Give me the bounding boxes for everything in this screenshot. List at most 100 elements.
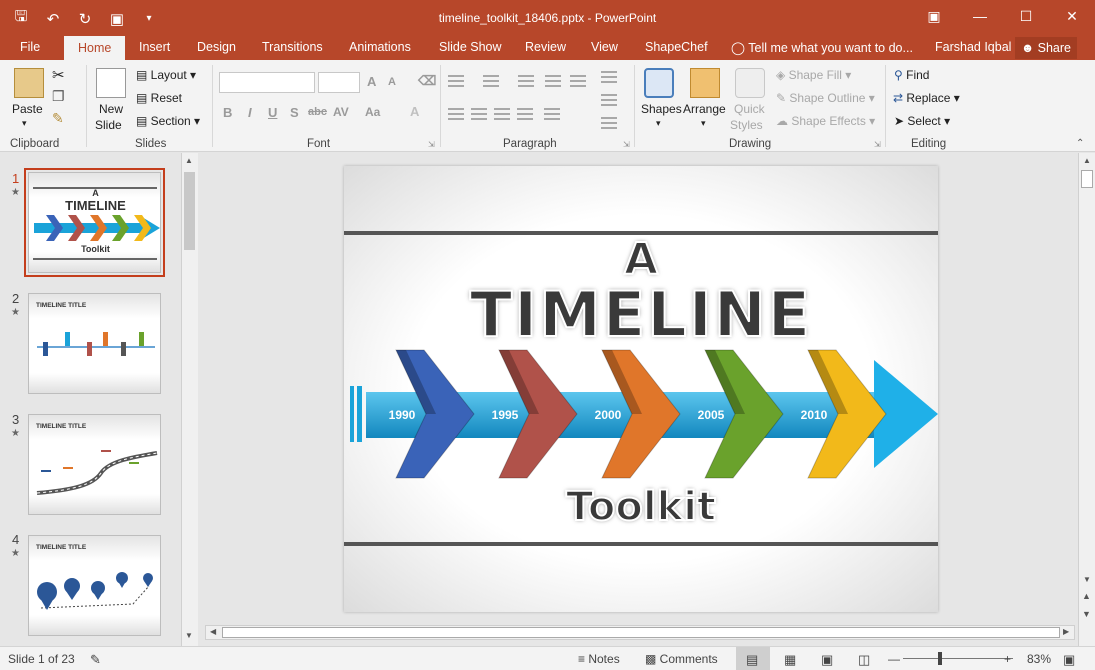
scroll-down-icon[interactable]: ▼ [1083, 575, 1091, 584]
shapes-button[interactable]: Shapes [641, 102, 682, 116]
cut-icon[interactable]: ✂ [52, 66, 65, 84]
copy-icon[interactable]: ❐ [52, 88, 65, 105]
shape-outline-button[interactable]: ✎ Shape Outline ▾ [776, 91, 875, 105]
zoom-out-icon[interactable]: — [888, 652, 900, 666]
reading-view-icon[interactable]: ▣ [821, 652, 833, 668]
slide-thumbnail-4[interactable]: TIMELINE TITLE [28, 535, 161, 636]
slide-thumbnail-3[interactable]: TIMELINE TITLE [28, 414, 161, 515]
tab-design[interactable]: Design [197, 40, 236, 54]
quick-styles-icon[interactable] [735, 68, 765, 98]
slideshow-view-icon[interactable]: ◫ [858, 652, 870, 668]
section-button[interactable]: ▤ Section ▾ [136, 114, 200, 128]
italic-button[interactable]: I [248, 105, 252, 120]
tab-transitions[interactable]: Transitions [262, 40, 323, 54]
scroll-down-icon[interactable]: ▼ [185, 631, 193, 640]
shapes-dropdown-icon[interactable]: ▾ [656, 118, 661, 129]
paste-dropdown-icon[interactable]: ▾ [22, 118, 27, 129]
tab-home[interactable]: Home [64, 36, 126, 60]
tab-file[interactable]: File [20, 40, 40, 54]
thumbnails-scroll-thumb[interactable] [184, 172, 195, 250]
scroll-up-icon[interactable]: ▲ [1083, 156, 1091, 165]
zoom-slider-track[interactable] [903, 658, 1013, 659]
select-button[interactable]: ➤ Select ▾ [894, 114, 950, 128]
shape-effects-button[interactable]: ☁ Shape Effects ▾ [776, 114, 875, 128]
vertical-scroll-thumb[interactable] [1081, 170, 1093, 188]
previous-slide-icon[interactable]: ▲ [1082, 591, 1091, 601]
quick-styles-button-line2[interactable]: Styles [730, 118, 763, 132]
format-painter-icon[interactable]: ✎ [52, 110, 64, 127]
slide-thumbnail-2[interactable]: TIMELINE TITLE [28, 293, 161, 394]
canvas-vertical-scrollbar[interactable]: ▲ ▼ ▲ ▼ [1078, 153, 1095, 646]
find-button[interactable]: ⚲ Find [894, 68, 929, 82]
align-center-icon[interactable] [471, 108, 487, 120]
slide-thumbnail-1[interactable]: A TIMELINE Toolkit [24, 168, 165, 277]
drawing-dialog-launcher-icon[interactable]: ⇲ [874, 140, 881, 149]
grow-font-button[interactable]: A [367, 74, 376, 89]
reset-button[interactable]: ▤ Reset [136, 91, 182, 105]
normal-view-icon[interactable]: ▤ [746, 652, 758, 668]
zoom-level[interactable]: 83% [1027, 652, 1051, 666]
font-dialog-launcher-icon[interactable]: ⇲ [428, 140, 435, 149]
tab-slideshow[interactable]: Slide Show [439, 40, 502, 54]
tab-view[interactable]: View [591, 40, 618, 54]
numbering-icon[interactable] [483, 75, 499, 87]
shrink-font-button[interactable]: A [388, 76, 396, 88]
align-text-icon[interactable] [601, 94, 617, 106]
timeline-arrow-graphic[interactable]: 1990 1995 2000 2005 2010 [344, 348, 938, 483]
tab-insert[interactable]: Insert [139, 40, 170, 54]
paste-button[interactable]: Paste [12, 102, 43, 116]
shapes-icon[interactable] [644, 68, 674, 98]
spell-check-icon[interactable]: ✎ [90, 652, 101, 668]
tab-animations[interactable]: Animations [349, 40, 411, 54]
underline-button[interactable]: U [268, 105, 277, 120]
arrange-icon[interactable] [690, 68, 720, 98]
smartart-icon[interactable] [601, 117, 617, 129]
line-spacing-icon[interactable] [570, 75, 586, 87]
font-name-input[interactable] [219, 72, 315, 93]
share-button[interactable]: ☻ Share [1015, 37, 1077, 59]
char-spacing-button[interactable]: AV [333, 105, 349, 119]
zoom-in-icon[interactable]: + [1004, 652, 1011, 666]
maximize-icon[interactable]: ☐ [1003, 0, 1049, 32]
font-color-icon[interactable]: A [410, 104, 419, 119]
current-slide[interactable]: A TIMELINE 1990 1995 2000 2005 2010 Toolkit [344, 166, 938, 612]
clear-formatting-icon[interactable]: ⌫ [418, 73, 436, 89]
tab-shapechef[interactable]: ShapeChef [645, 40, 708, 54]
layout-button[interactable]: ▤ Layout ▾ [136, 68, 196, 82]
strikethrough-button[interactable]: abc [308, 106, 327, 118]
increase-indent-icon[interactable] [545, 75, 561, 87]
fit-to-window-icon[interactable]: ▣ [1063, 652, 1075, 668]
new-slide-icon[interactable] [96, 68, 126, 98]
collapse-ribbon-icon[interactable]: ⌃ [1076, 138, 1084, 149]
decrease-indent-icon[interactable] [518, 75, 534, 87]
ribbon-display-icon[interactable]: ▣ [911, 0, 957, 32]
paste-icon[interactable] [14, 68, 44, 98]
scroll-right-icon[interactable]: ▶ [1063, 627, 1069, 636]
horizontal-scroll-thumb[interactable] [222, 627, 1060, 638]
align-left-icon[interactable] [448, 108, 464, 120]
text-direction-icon[interactable] [601, 71, 617, 83]
quick-styles-button[interactable]: Quick [734, 102, 765, 116]
user-name[interactable]: Farshad Iqbal [935, 40, 1011, 54]
slide-subtitle-toolkit[interactable]: Toolkit [344, 483, 938, 531]
text-shadow-button[interactable]: S [290, 105, 299, 120]
scroll-up-icon[interactable]: ▲ [185, 156, 193, 165]
comments-button[interactable]: ▩ Comments [645, 652, 718, 666]
next-slide-icon[interactable]: ▼ [1082, 609, 1091, 619]
scroll-left-icon[interactable]: ◀ [210, 627, 216, 636]
shape-fill-button[interactable]: ◈ Shape Fill ▾ [776, 68, 851, 82]
minimize-icon[interactable]: — [957, 0, 1003, 32]
justify-icon[interactable] [517, 108, 533, 120]
columns-icon[interactable] [544, 108, 560, 120]
zoom-slider-knob[interactable] [938, 652, 942, 665]
arrange-button[interactable]: Arrange [683, 102, 726, 116]
close-icon[interactable]: ✕ [1049, 0, 1095, 32]
new-slide-button-line2[interactable]: Slide [95, 118, 122, 132]
replace-button[interactable]: ⇄ Replace ▾ [893, 91, 960, 105]
tab-review[interactable]: Review [525, 40, 566, 54]
align-right-icon[interactable] [494, 108, 510, 120]
slide-sorter-icon[interactable]: ▦ [784, 652, 796, 668]
font-size-input[interactable] [318, 72, 360, 93]
bold-button[interactable]: B [223, 105, 232, 120]
bullets-icon[interactable] [448, 75, 464, 87]
